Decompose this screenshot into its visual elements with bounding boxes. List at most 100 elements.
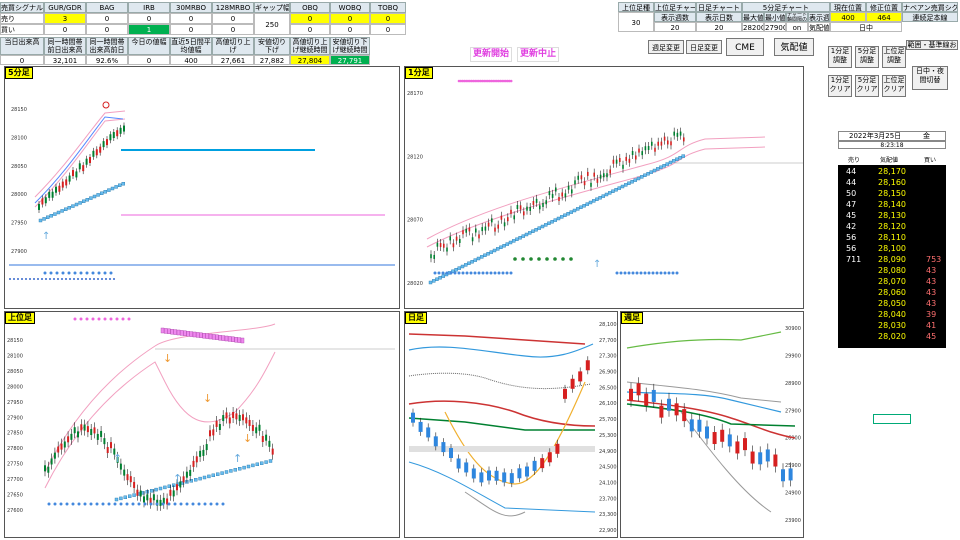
board-row: 45 28,130 bbox=[838, 211, 946, 221]
volume-header: 当日出来高 bbox=[0, 37, 44, 55]
sar-dot-1min bbox=[502, 243, 506, 248]
selected-cell[interactable] bbox=[873, 414, 911, 424]
cu-candle bbox=[57, 446, 60, 453]
clear-upper-button[interactable]: 上位足クリア bbox=[882, 75, 906, 97]
signal-header: 売買シグナル bbox=[0, 2, 44, 13]
cw-candle bbox=[773, 454, 778, 467]
band-upper bbox=[44, 323, 276, 473]
signal-dot-1min bbox=[627, 271, 631, 275]
board-buy: 43 bbox=[926, 288, 937, 297]
signal-dot-upper bbox=[125, 502, 129, 506]
axis-upper-tick: 27850 bbox=[7, 431, 23, 437]
sar-dot-1min bbox=[623, 183, 628, 187]
gap-header: ギャップ幅 bbox=[254, 2, 290, 13]
c5-candle bbox=[51, 191, 54, 198]
axis-daily-tick: 26,900 bbox=[599, 370, 617, 376]
buy-irb: 1 bbox=[128, 24, 170, 35]
sar-dot-1min bbox=[432, 279, 436, 283]
signal-dot-1min bbox=[433, 271, 437, 275]
update-start-button[interactable]: 更新開始 bbox=[470, 47, 513, 62]
cw-candle bbox=[644, 393, 649, 406]
week-change-button[interactable]: 週足変更 bbox=[648, 40, 684, 54]
cme-button[interactable]: CME bbox=[726, 38, 764, 56]
c5-candle bbox=[85, 158, 88, 165]
sar-dot-1min bbox=[668, 160, 673, 165]
sar-dot-upper bbox=[149, 488, 154, 493]
cu-candle bbox=[251, 424, 254, 431]
gap-value: 250 bbox=[254, 13, 290, 35]
c1-candle bbox=[641, 151, 643, 156]
signal-dot-upper bbox=[103, 317, 107, 321]
cu-candle bbox=[245, 417, 248, 424]
sar-dot-1min bbox=[438, 275, 442, 280]
arrow-up-icon: ↑ bbox=[593, 259, 601, 270]
clear-1min-button[interactable]: 1分足クリア bbox=[828, 75, 852, 97]
sar-dot-upper bbox=[154, 487, 158, 492]
sell-30mrbo: 0 bbox=[170, 13, 212, 24]
range-reset-button[interactable]: 範囲・基準線お bbox=[906, 40, 958, 50]
sar-dot-1min bbox=[633, 178, 638, 182]
cd-candle bbox=[471, 468, 476, 479]
cd-candle bbox=[411, 412, 415, 423]
quote-button[interactable]: 気配値 bbox=[774, 38, 814, 56]
volume-value: 0 bbox=[0, 55, 44, 65]
signal-dot-1min bbox=[671, 271, 675, 275]
cu-candle bbox=[255, 427, 258, 434]
sar-dot-upper bbox=[264, 460, 268, 464]
sar-dot-1min bbox=[492, 248, 497, 253]
cu-candle bbox=[96, 433, 99, 440]
signal-dot-1min bbox=[639, 271, 643, 275]
axis-upper-tick: 27750 bbox=[7, 462, 23, 468]
sar-bar-upper bbox=[186, 331, 190, 337]
c1-candle bbox=[548, 191, 551, 196]
axis-daily-tick: 23,300 bbox=[599, 512, 617, 518]
day-change-button[interactable]: 日足変更 bbox=[686, 40, 722, 54]
update-stop-button[interactable]: 更新中止 bbox=[517, 47, 560, 62]
axis-daily-tick: 24,900 bbox=[599, 449, 617, 455]
sar-dot-1min bbox=[543, 223, 548, 227]
cw-candle bbox=[674, 403, 679, 416]
sar-dot-5min bbox=[107, 188, 111, 192]
signal-dot-1min bbox=[509, 271, 513, 275]
cd-candle bbox=[570, 378, 575, 389]
signal-dot-1min bbox=[497, 271, 501, 275]
cu-candle bbox=[258, 424, 261, 431]
sar-dot-1min bbox=[527, 231, 532, 235]
adjust-5min-button[interactable]: 5分足調整 bbox=[855, 46, 879, 68]
sar-bar-upper bbox=[208, 333, 213, 340]
sar-bar-upper bbox=[167, 328, 171, 334]
c1-candle bbox=[555, 187, 557, 192]
c1-candle bbox=[455, 236, 458, 241]
board-price: 28,090 bbox=[878, 255, 906, 264]
signal-dot-1min bbox=[469, 271, 473, 275]
signal-dot-upper bbox=[155, 502, 159, 506]
board-price: 28,040 bbox=[878, 310, 906, 319]
signal-dot-5min bbox=[49, 271, 53, 275]
c1-candle bbox=[484, 226, 487, 231]
cd-candle bbox=[441, 442, 446, 453]
c1-candle bbox=[670, 141, 672, 146]
sar-dot-1min bbox=[665, 162, 669, 166]
adjust-1min-button[interactable]: 1分足調整 bbox=[828, 46, 852, 68]
c1-candle bbox=[625, 156, 627, 161]
clear-5min-button[interactable]: 5分足クリア bbox=[855, 75, 879, 97]
daily-chart-header: 日足チャート bbox=[696, 2, 742, 12]
marker-5min bbox=[102, 101, 110, 109]
sar-dot-upper bbox=[229, 469, 233, 473]
axis-1min-tick: 28120 bbox=[407, 154, 423, 160]
sar-dot-1min bbox=[646, 171, 650, 176]
high-time-value: 27,804 bbox=[290, 55, 330, 65]
adjust-upper-button[interactable]: 上位足調整 bbox=[882, 46, 906, 68]
board-row: 56 28,100 bbox=[838, 244, 946, 254]
upper-type-value: 30 bbox=[618, 12, 654, 32]
cd-candle bbox=[494, 470, 499, 481]
cd-candle bbox=[479, 472, 484, 483]
c1-candle bbox=[526, 206, 528, 211]
sar-dot-1min bbox=[460, 264, 465, 269]
axis-weekly-tick: 27900 bbox=[785, 408, 801, 414]
c1-candle bbox=[539, 205, 541, 210]
board-buy: 45 bbox=[926, 332, 937, 341]
board-row: 44 28,170 bbox=[838, 167, 946, 177]
session-switch-button[interactable]: 日中・夜間切替 bbox=[912, 66, 948, 90]
signal-dot-upper bbox=[71, 502, 75, 506]
